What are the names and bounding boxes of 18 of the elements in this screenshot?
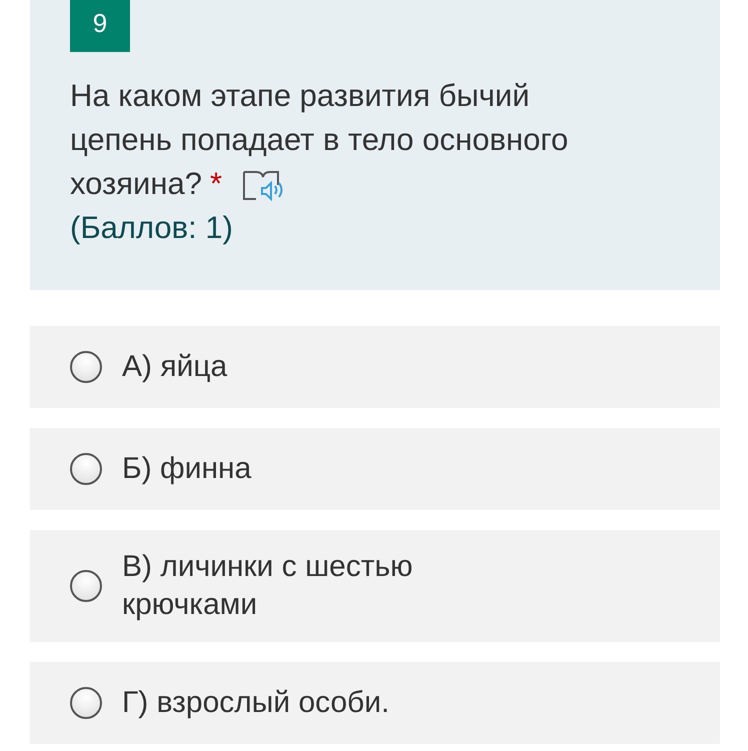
question-text-line: хозяина? [70, 165, 202, 203]
question-number: 9 [70, 0, 130, 52]
option-label: В) личинки с шестью крючками [122, 549, 414, 623]
required-mark: * [210, 165, 222, 203]
radio-button[interactable] [70, 687, 102, 719]
radio-button[interactable] [70, 570, 102, 602]
option-label: А) яйца [122, 349, 228, 385]
question-text-line: цепень попадает в тело основного [70, 121, 568, 159]
option-label: Г) взрослый особи. [122, 685, 390, 721]
points-label: (Баллов: 1) [70, 209, 234, 247]
radio-button[interactable] [70, 351, 102, 383]
answer-option[interactable]: Б) финна [30, 428, 720, 510]
answer-option[interactable]: Г) взрослый особи. [30, 662, 720, 744]
answer-option[interactable]: В) личинки с шестью крючками [30, 530, 720, 642]
answer-option[interactable]: А) яйца [30, 326, 720, 408]
option-label: Б) финна [122, 451, 252, 487]
question-text-line: На каком этапе развития бычий [70, 77, 530, 115]
radio-button[interactable] [70, 453, 102, 485]
